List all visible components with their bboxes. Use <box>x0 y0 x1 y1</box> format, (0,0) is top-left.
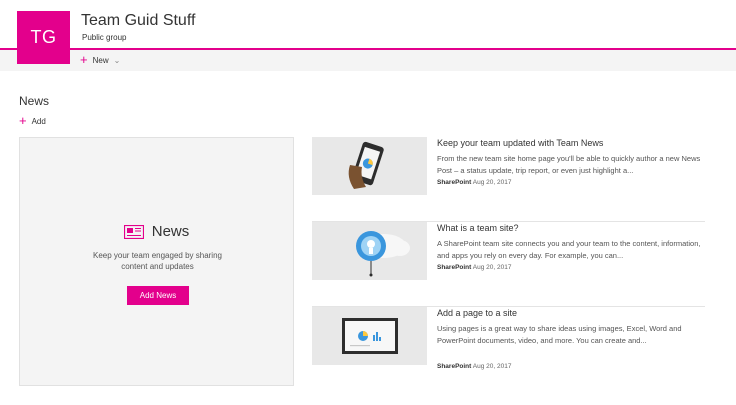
news-item-author: SharePoint <box>437 264 472 271</box>
site-header: Team Guid Stuff Public group <box>0 0 736 50</box>
add-news-button[interactable]: Add News <box>127 286 189 305</box>
news-item-author: SharePoint <box>437 179 472 186</box>
site-logo[interactable]: TG <box>17 11 70 64</box>
site-subtitle: Public group <box>82 33 127 42</box>
news-item-title[interactable]: Add a page to a site <box>437 307 707 319</box>
news-item-meta: SharePoint Aug 20, 2017 <box>437 363 707 370</box>
phone-chart-thumbnail[interactable] <box>312 137 427 195</box>
news-placeholder-description: Keep your team engaged by sharing conten… <box>93 251 222 271</box>
news-placeholder-card: News Keep your team engaged by sharing c… <box>19 137 294 386</box>
chevron-down-icon: ⌄ <box>113 55 121 65</box>
news-item-meta: SharePoint Aug 20, 2017 <box>437 179 707 186</box>
news-item[interactable]: Add a page to a site Using pages is a gr… <box>312 307 705 392</box>
news-item-meta: SharePoint Aug 20, 2017 <box>437 264 707 271</box>
news-item-title[interactable]: What is a team site? <box>437 222 707 234</box>
monitor-thumbnail[interactable] <box>312 307 427 365</box>
news-placeholder-header: News <box>20 223 293 240</box>
monitor-illustration-icon <box>312 307 427 365</box>
news-item-author: SharePoint <box>437 363 472 370</box>
news-item-date: Aug 20, 2017 <box>472 264 512 271</box>
new-button[interactable]: + New ⌄ <box>80 52 121 67</box>
add-label: Add <box>31 116 46 126</box>
news-icon <box>123 224 144 239</box>
news-heading: News <box>19 94 50 108</box>
news-item-description: From the new team site home page you'll … <box>437 154 701 175</box>
phone-illustration-icon <box>312 137 427 195</box>
news-placeholder-title: News <box>151 223 190 240</box>
news-item-date: Aug 20, 2017 <box>472 179 512 186</box>
add-news-link[interactable]: + Add <box>19 113 46 128</box>
plus-icon: + <box>19 113 27 128</box>
command-bar: + New ⌄ <box>0 50 736 71</box>
news-item-text: What is a team site? A SharePoint team s… <box>437 222 707 271</box>
news-item-description: A SharePoint team site connects you and … <box>437 239 701 260</box>
lightbulb-thumbnail[interactable] <box>312 222 427 280</box>
news-item-text: Keep your team updated with Team News Fr… <box>437 137 707 186</box>
news-item-date: Aug 20, 2017 <box>472 363 512 370</box>
site-title[interactable]: Team Guid Stuff <box>81 12 195 30</box>
news-item-text: Add a page to a site Using pages is a gr… <box>437 307 707 370</box>
news-item-title[interactable]: Keep your team updated with Team News <box>437 137 707 149</box>
news-item-description: Using pages is a great way to share idea… <box>437 324 682 345</box>
plus-icon: + <box>80 52 88 67</box>
new-button-label: New <box>92 55 109 65</box>
news-item[interactable]: Keep your team updated with Team News Fr… <box>312 137 705 222</box>
news-item[interactable]: What is a team site? A SharePoint team s… <box>312 222 705 307</box>
lightbulb-illustration-icon <box>312 222 427 280</box>
